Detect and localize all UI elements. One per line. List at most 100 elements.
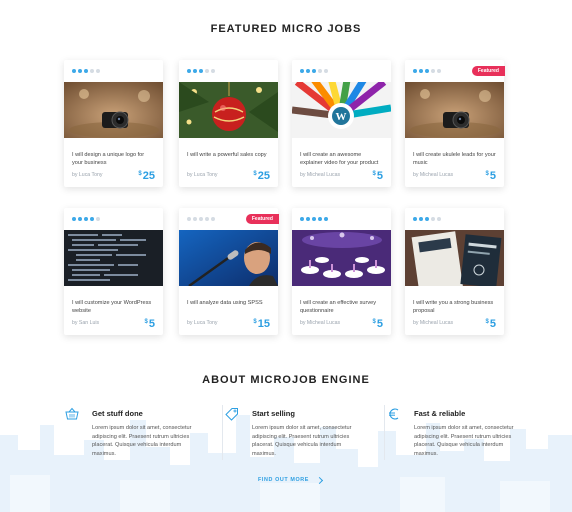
star-icon: [96, 217, 100, 221]
job-thumbnail[interactable]: [292, 230, 391, 286]
star-icon: [425, 217, 429, 221]
svg-text:W: W: [336, 111, 347, 123]
job-card[interactable]: I will design a unique logo for your bus…: [64, 60, 163, 187]
basket-icon: [65, 407, 79, 420]
job-thumbnail[interactable]: [64, 82, 163, 138]
feature-heading: Get stuff done: [92, 409, 143, 418]
star-icon: [199, 69, 203, 73]
feature-description: Lorem ipsum dolor sit amet, consectetur …: [92, 425, 192, 457]
star-icon: [211, 69, 215, 73]
job-author[interactable]: by Micheal Lucas: [413, 320, 453, 326]
job-price: $15: [253, 318, 270, 330]
star-icon: [413, 217, 417, 221]
star-icon: [306, 217, 310, 221]
job-author[interactable]: by Luca Tony: [72, 172, 102, 178]
find-out-more-link[interactable]: FIND OUT MORE: [258, 476, 323, 484]
star-icon: [72, 69, 76, 73]
job-author[interactable]: by Luca Tony: [187, 172, 217, 178]
job-price: $25: [253, 170, 270, 182]
star-icon: [72, 217, 76, 221]
star-icon: [300, 217, 304, 221]
star-icon: [84, 217, 88, 221]
featured-badge: Featured: [471, 66, 505, 76]
tag-icon: [225, 408, 238, 421]
job-thumbnail[interactable]: W: [292, 82, 391, 138]
job-title[interactable]: I will create an effective survey questi…: [300, 299, 384, 315]
star-icon: [193, 69, 197, 73]
currency-symbol: $: [138, 171, 142, 177]
job-author[interactable]: by Micheal Lucas: [300, 172, 340, 178]
star-icon: [425, 69, 429, 73]
star-icon: [437, 217, 441, 221]
job-card[interactable]: I will customize your WordPress website b…: [64, 208, 163, 335]
job-card[interactable]: I will write you a strong business propo…: [405, 208, 504, 335]
job-author[interactable]: by Micheal Lucas: [300, 320, 340, 326]
job-card[interactable]: Featured I will create ukulele leads for …: [405, 60, 505, 187]
rating-stars: [72, 215, 100, 223]
feature-heading: Start selling: [252, 409, 295, 418]
star-icon: [419, 69, 423, 73]
job-title[interactable]: I will write a powerful sales copy: [187, 151, 271, 159]
star-icon: [187, 69, 191, 73]
star-icon: [211, 217, 215, 221]
job-price: $5: [486, 170, 496, 182]
currency-symbol: $: [144, 319, 148, 325]
price-value: 15: [257, 318, 270, 330]
job-title[interactable]: I will create an awesome explainer video…: [300, 151, 384, 167]
job-author[interactable]: by Luca Tony: [187, 320, 217, 326]
job-title[interactable]: I will design a unique logo for your bus…: [72, 151, 156, 167]
rating-stars: [413, 215, 441, 223]
star-icon: [199, 217, 203, 221]
star-icon: [431, 69, 435, 73]
star-icon: [312, 217, 316, 221]
rating-stars: [413, 67, 441, 75]
about-section-title: ABOUT MICROJOB ENGINE: [202, 374, 370, 386]
price-value: 5: [489, 170, 496, 182]
star-icon: [318, 217, 322, 221]
job-title[interactable]: I will customize your WordPress website: [72, 299, 156, 315]
chevron-right-icon: [315, 476, 323, 484]
feature-heading: Fast & reliable: [414, 409, 466, 418]
currency-symbol: $: [485, 171, 489, 177]
find-out-more-label: FIND OUT MORE: [258, 477, 309, 483]
job-title[interactable]: I will write you a strong business propo…: [413, 299, 497, 315]
currency-symbol: $: [372, 171, 376, 177]
job-price: $5: [145, 318, 155, 330]
job-card[interactable]: I will write a powerful sales copy by Luc…: [179, 60, 278, 187]
job-title[interactable]: I will analyze data using SPSS: [187, 299, 271, 307]
job-author[interactable]: by San Luis: [72, 320, 99, 326]
job-card[interactable]: Featured I will analyze data using SPSS by…: [179, 208, 279, 335]
rating-stars: [300, 67, 328, 75]
star-icon: [324, 69, 328, 73]
price-value: 5: [376, 170, 383, 182]
job-author[interactable]: by Micheal Lucas: [413, 172, 453, 178]
job-thumbnail[interactable]: [405, 230, 504, 286]
feature-divider: [384, 405, 385, 460]
featured-section-title: FEATURED MICRO JOBS: [210, 23, 362, 35]
rating-stars: [187, 67, 215, 75]
star-icon: [90, 217, 94, 221]
star-icon: [78, 217, 82, 221]
job-price: $5: [373, 318, 383, 330]
job-thumbnail[interactable]: [179, 230, 278, 286]
job-thumbnail[interactable]: [405, 82, 504, 138]
job-card[interactable]: W I will create an awesome explainer vide…: [292, 60, 391, 187]
star-icon: [90, 69, 94, 73]
job-thumbnail[interactable]: [64, 230, 163, 286]
price-value: 25: [142, 170, 155, 182]
star-icon: [413, 69, 417, 73]
currency-symbol: $: [485, 319, 489, 325]
price-value: 5: [148, 318, 155, 330]
star-icon: [318, 69, 322, 73]
star-icon: [193, 217, 197, 221]
job-price: $5: [486, 318, 496, 330]
job-thumbnail[interactable]: [179, 82, 278, 138]
rating-stars: [72, 67, 100, 75]
job-title[interactable]: I will create ukulele leads for your mus…: [413, 151, 497, 167]
star-icon: [306, 69, 310, 73]
rating-stars: [300, 215, 328, 223]
city-skyline-illustration: [0, 415, 572, 512]
feature-description: Lorem ipsum dolor sit amet, consectetur …: [252, 425, 352, 457]
job-card[interactable]: I will create an effective survey questi…: [292, 208, 391, 335]
star-icon: [437, 69, 441, 73]
